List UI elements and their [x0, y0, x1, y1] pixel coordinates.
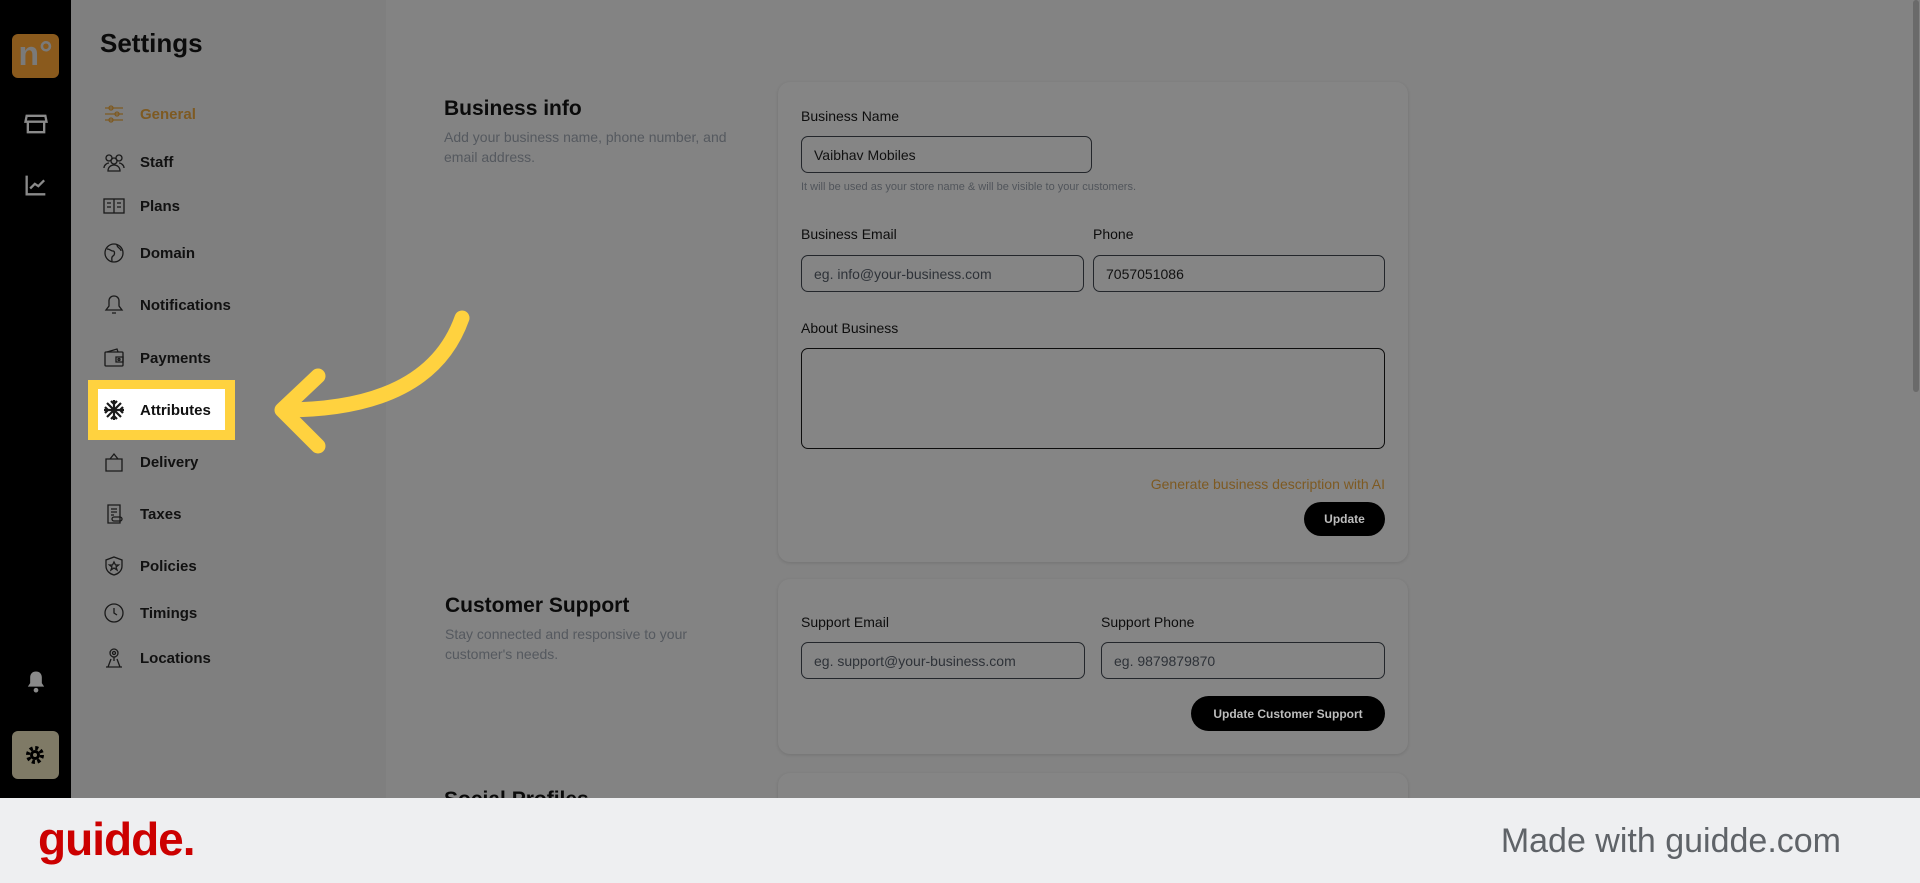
- sidebar-item-label: Timings: [140, 604, 198, 622]
- sidebar-item-staff[interactable]: Staff: [100, 145, 360, 179]
- update-button[interactable]: Update: [1304, 502, 1385, 536]
- app-rail: n°: [0, 0, 71, 798]
- phone-label: Phone: [1093, 226, 1134, 242]
- sidebar-item-label: Delivery: [140, 453, 199, 471]
- sidebar-item-label: Taxes: [140, 505, 182, 523]
- store-icon[interactable]: [22, 110, 50, 138]
- clock-icon: [104, 603, 124, 623]
- bell-icon[interactable]: [22, 668, 50, 696]
- business-info-desc: Add your business name, phone number, an…: [444, 129, 727, 165]
- plans-icon: [103, 198, 125, 214]
- sidebar-item-label: Payments: [140, 349, 211, 367]
- sidebar-item-label: Policies: [140, 557, 197, 575]
- support-email-input[interactable]: eg. support@your-business.com: [801, 642, 1085, 679]
- sidebar-item-label: Attributes: [140, 401, 211, 419]
- sidebar-item-plans[interactable]: Plans: [100, 189, 360, 223]
- business-email-input[interactable]: eg. info@your-business.com: [801, 255, 1084, 292]
- snowflake-icon: [104, 400, 124, 420]
- gear-icon: [26, 746, 44, 764]
- support-phone-label: Support Phone: [1101, 614, 1195, 630]
- update-customer-support-button[interactable]: Update Customer Support: [1191, 696, 1385, 731]
- receipt-icon: [107, 504, 123, 524]
- generate-ai-link[interactable]: Generate business description with AI: [1151, 476, 1385, 492]
- business-name-label: Business Name: [801, 108, 900, 124]
- sliders-icon: [105, 105, 123, 123]
- shield-icon: [105, 556, 123, 576]
- bell-icon: [104, 295, 124, 314]
- sidebar-item-label: Notifications: [140, 296, 231, 314]
- wallet-icon: [104, 348, 124, 367]
- page-title: Settings: [100, 28, 203, 58]
- guidde-logo: guidde.: [38, 813, 196, 865]
- globe-icon: [104, 243, 124, 263]
- about-business-label: About Business: [801, 320, 899, 336]
- footer: guidde. Made with guidde.com: [0, 798, 1920, 883]
- sidebar-item-general[interactable]: General: [100, 97, 360, 131]
- business-name-hint: It will be used as your store name & wil…: [801, 181, 1137, 193]
- made-with-text: Made with guidde.com: [1500, 822, 1841, 860]
- sidebar-item-taxes[interactable]: Taxes: [100, 497, 360, 531]
- settings-button[interactable]: [12, 731, 59, 779]
- support-phone-input[interactable]: eg. 9879879870: [1101, 642, 1385, 679]
- business-info-heading: Business info: [444, 97, 582, 120]
- chart-icon[interactable]: [22, 171, 50, 199]
- customer-support-heading: Customer Support: [445, 594, 630, 617]
- customer-support-desc: Stay connected and responsive to your cu…: [445, 626, 688, 662]
- sidebar-item-label: Domain: [140, 244, 196, 262]
- sidebar-item-domain[interactable]: Domain: [100, 236, 360, 270]
- bag-icon: [105, 452, 123, 472]
- business-name-input[interactable]: Vaibhav Mobiles: [801, 136, 1092, 173]
- location-icon: [106, 648, 122, 668]
- sidebar-item-label: Plans: [140, 197, 181, 215]
- sidebar-item-locations[interactable]: Locations: [100, 641, 360, 675]
- about-business-textarea[interactable]: [801, 348, 1385, 449]
- sidebar-item-label: General: [140, 105, 196, 123]
- users-icon: [103, 154, 125, 172]
- sidebar-item-timings[interactable]: Timings: [100, 596, 360, 630]
- support-email-label: Support Email: [801, 614, 889, 630]
- pointer-arrow-icon: [274, 310, 470, 454]
- sidebar-item-label: Staff: [140, 153, 174, 171]
- phone-input[interactable]: 7057051086: [1093, 255, 1385, 292]
- sidebar-item-policies[interactable]: Policies: [100, 549, 360, 583]
- app-logo[interactable]: n°: [12, 34, 59, 78]
- sidebar-item-label: Locations: [140, 649, 211, 667]
- scrollbar[interactable]: [1913, 0, 1919, 392]
- business-email-label: Business Email: [801, 226, 897, 242]
